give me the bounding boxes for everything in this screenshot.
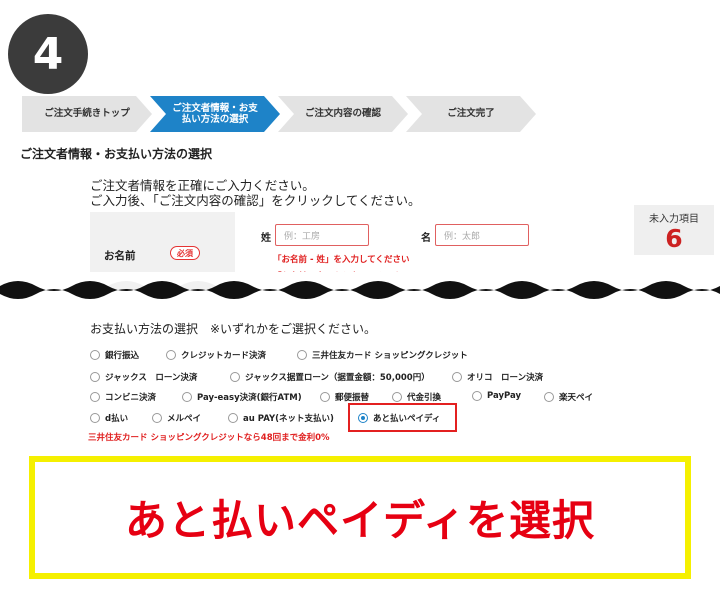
paidy-highlight-box xyxy=(348,403,457,432)
option-label: 銀行振込 xyxy=(105,351,140,361)
promo-text: 三井住友カード ショッピングクレジットなら48回まで金利0% xyxy=(88,433,330,443)
step-order-top: ご注文手続きトップ xyxy=(22,96,152,132)
last-name-label: 姓 xyxy=(261,233,271,244)
option-label: 三井住友カード ショッピングクレジット xyxy=(312,351,468,361)
option-label: 楽天ペイ xyxy=(559,393,594,403)
payment-option-au-pay[interactable]: au PAY(ネット支払い) xyxy=(228,412,334,424)
payment-option-jaccs-loan[interactable]: ジャックス ローン決済 xyxy=(90,371,197,383)
payment-option-pay-easy[interactable]: Pay-easy決済(銀行ATM) xyxy=(182,391,302,403)
payment-option-postal-transfer[interactable]: 郵便振替 xyxy=(320,391,369,403)
radio-icon[interactable] xyxy=(392,392,402,402)
name-label: お名前 xyxy=(104,250,136,262)
option-label: d払い xyxy=(105,414,129,424)
section-title: ご注文者情報・お支払い方法の選択 xyxy=(20,147,213,161)
option-label: コンビニ決済 xyxy=(105,393,157,403)
payment-option-convenience-store[interactable]: コンビニ決済 xyxy=(90,391,156,403)
intro-line-2: ご入力後、「ご注文内容の確認」をクリックしてください。 xyxy=(90,193,421,208)
radio-icon[interactable] xyxy=(452,372,462,382)
intro-line-1: ご注文者情報を正確にご入力ください。 xyxy=(90,178,315,193)
remaining-label: 未入力項目 xyxy=(649,214,699,225)
remaining-count: 6 xyxy=(665,224,683,253)
last-name-error: 「お名前 - 姓」を入力してください xyxy=(273,255,410,265)
first-name-label: 名 xyxy=(421,233,431,244)
step-customer-info-payment: ご注文者情報・お支払い方法の選択 xyxy=(150,96,280,132)
intro-text: ご注文者情報を正確にご入力ください。 ご入力後、「ご注文内容の確認」をクリックし… xyxy=(90,178,421,208)
radio-icon[interactable] xyxy=(166,350,176,360)
step-order-confirm: ご注文内容の確認 xyxy=(278,96,408,132)
payment-option-orico-loan[interactable]: オリコ ローン決済 xyxy=(452,371,543,383)
radio-icon[interactable] xyxy=(544,392,554,402)
required-badge: 必須 xyxy=(170,246,200,260)
option-label: 郵便振替 xyxy=(335,393,370,403)
radio-icon[interactable] xyxy=(472,391,482,401)
last-name-input[interactable]: 例：工房 xyxy=(275,224,369,246)
step-number-badge: 4 xyxy=(8,14,88,94)
radio-icon[interactable] xyxy=(230,372,240,382)
radio-icon[interactable] xyxy=(90,413,100,423)
option-label: ジャックス ローン決済 xyxy=(105,373,198,383)
radio-icon[interactable] xyxy=(90,372,100,382)
step-order-complete: ご注文完了 xyxy=(406,96,536,132)
radio-icon[interactable] xyxy=(297,350,307,360)
payment-option-jaccs-deferred-loan[interactable]: ジャックス据置ローン（据置金額：50,000円） xyxy=(230,371,430,383)
payment-option-smbc-shopping-credit[interactable]: 三井住友カード ショッピングクレジット xyxy=(297,349,468,361)
payment-method-title: お支払い方法の選択 ※いずれかをご選択ください。 xyxy=(90,322,377,336)
first-name-input[interactable]: 例：太郎 xyxy=(435,224,529,246)
payment-option-bank-transfer[interactable]: 銀行振込 xyxy=(90,349,139,361)
radio-icon[interactable] xyxy=(228,413,238,423)
payment-option-merpay[interactable]: メルペイ xyxy=(152,412,201,424)
payment-option-cash-on-delivery[interactable]: 代金引換 xyxy=(392,391,441,403)
radio-icon[interactable] xyxy=(90,392,100,402)
radio-icon[interactable] xyxy=(90,350,100,360)
option-label: オリコ ローン決済 xyxy=(467,373,544,383)
radio-icon[interactable] xyxy=(182,392,192,402)
radio-icon[interactable] xyxy=(152,413,162,423)
option-label: PayPay xyxy=(487,391,522,401)
radio-icon[interactable] xyxy=(320,392,330,402)
option-label: クレジットカード決済 xyxy=(181,351,267,361)
option-label: メルペイ xyxy=(167,414,202,424)
option-label: Pay-easy決済(銀行ATM) xyxy=(197,393,302,403)
option-label: au PAY(ネット支払い) xyxy=(243,414,334,424)
payment-option-rakuten-pay[interactable]: 楽天ペイ xyxy=(544,391,593,403)
payment-option-d-barai[interactable]: d払い xyxy=(90,412,128,424)
callout-text: あと払いペイディを選択 xyxy=(124,496,596,545)
instruction-callout: あと払いペイディを選択 xyxy=(29,456,691,579)
payment-option-credit-card[interactable]: クレジットカード決済 xyxy=(166,349,266,361)
payment-option-paypay[interactable]: PayPay xyxy=(472,391,521,401)
section-break-wave xyxy=(0,272,720,318)
option-label: ジャックス据置ローン（据置金額：50,000円） xyxy=(245,373,430,383)
checkout-progress-steps: ご注文手続きトップ ご注文者情報・お支払い方法の選択 ご注文内容の確認 ご注文完… xyxy=(22,96,542,132)
option-label: 代金引換 xyxy=(407,393,442,403)
remaining-fields-counter: 未入力項目 6 xyxy=(634,205,714,255)
